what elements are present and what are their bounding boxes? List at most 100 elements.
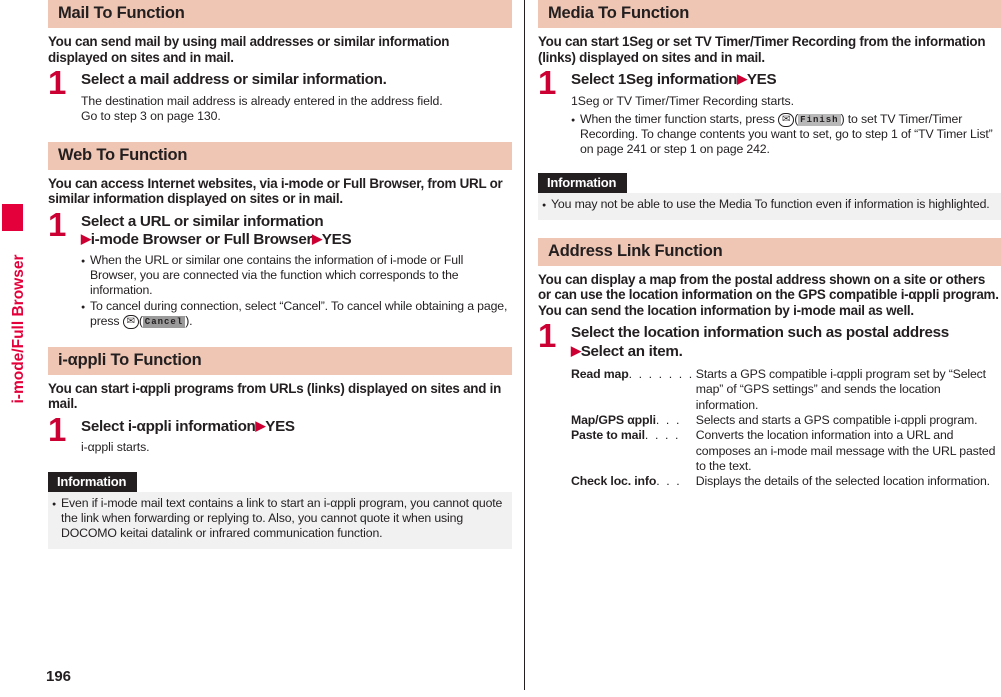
option-dots: . . . bbox=[656, 474, 682, 489]
step-bullet-list: When the URL or similar one contains the… bbox=[81, 253, 512, 329]
step-title-line-1: Select a URL or similar information bbox=[81, 212, 324, 230]
bullet-sub-line: To change contents you want to set, go t… bbox=[580, 126, 993, 157]
option-term-text: Check loc. info bbox=[571, 474, 657, 489]
section-heading: Address Link Function bbox=[538, 237, 1001, 266]
step-title: Select a URL or similar information ▶i-m… bbox=[81, 213, 512, 250]
finish-softkey-label: Finish bbox=[798, 113, 841, 126]
section-heading: Media To Function bbox=[538, 0, 1001, 28]
option-term: Paste to mail. . . . bbox=[571, 428, 694, 474]
page-number: 196 bbox=[46, 668, 72, 685]
side-tab: i-mode/Full Browser bbox=[0, 0, 27, 697]
step-number: 1 bbox=[48, 410, 67, 448]
column-divider bbox=[524, 0, 525, 690]
information-box: Information You may not be able to use t… bbox=[538, 173, 1001, 220]
information-body: You may not be able to use the Media To … bbox=[538, 193, 1001, 220]
step-title-option-yes: YES bbox=[321, 231, 352, 249]
right-triangle-icon: ▶ bbox=[737, 71, 747, 86]
step-title-option-browser: i-mode Browser or Full Browser bbox=[90, 231, 313, 249]
bullet-item: When the URL or similar one contains the… bbox=[81, 253, 512, 299]
option-term: Map/GPS αppli. . . bbox=[571, 413, 694, 428]
step-title-text: Select 1Seg information bbox=[571, 71, 738, 88]
step-number: 1 bbox=[538, 64, 557, 101]
step-number: 1 bbox=[48, 64, 67, 101]
step-body: i-αppli starts. bbox=[81, 440, 512, 455]
bullet-item: When the timer function starts, press ✉(… bbox=[571, 112, 1001, 158]
option-row: Check loc. info. . . Displays the detail… bbox=[571, 474, 1001, 489]
section-intro: You can send mail by using mail addresse… bbox=[48, 34, 450, 65]
section-web-to-function: Web To Function You can access Internet … bbox=[48, 141, 512, 329]
step-title-option-yes: YES bbox=[265, 417, 295, 435]
information-title: Information bbox=[538, 173, 628, 194]
right-column: Media To Function You can start 1Seg or … bbox=[538, 0, 1001, 489]
section-address-link-function: Address Link Function You can display a … bbox=[538, 237, 1001, 490]
option-dots: . . . . bbox=[644, 428, 681, 443]
section-mail-to-function: Mail To Function You can send mail by us… bbox=[48, 0, 512, 124]
step-number: 1 bbox=[538, 317, 557, 355]
step-body-line: The destination mail address is already … bbox=[81, 93, 443, 108]
information-box: Information Even if i-mode mail text con… bbox=[48, 471, 512, 549]
section-media-to-function: Media To Function You can start 1Seg or … bbox=[538, 0, 1001, 220]
left-column: Mail To Function You can send mail by us… bbox=[48, 0, 512, 549]
step-title-option-yes: YES bbox=[746, 71, 777, 88]
option-dots: . . . bbox=[655, 413, 681, 427]
section-iappli-to-function: i-αppli To Function You can start i-αppl… bbox=[48, 346, 512, 549]
step-title: Select 1Seg information▶YES bbox=[571, 71, 1001, 90]
option-description: Displays the details of the selected loc… bbox=[694, 474, 1001, 489]
step-body-line: Go to step 3 on page 130. bbox=[81, 108, 221, 123]
mail-key-icon: ✉ bbox=[122, 314, 139, 329]
step-1: 1 Select the location information such a… bbox=[538, 317, 1001, 489]
option-term-text: Paste to mail bbox=[571, 428, 645, 443]
step-1: 1 Select 1Seg information▶YES 1Seg or TV… bbox=[538, 64, 1001, 158]
section-heading: Mail To Function bbox=[48, 0, 512, 28]
cancel-softkey-label: Cancel bbox=[142, 315, 186, 328]
information-item: Even if i-mode mail text contains a link… bbox=[51, 496, 506, 542]
section-intro: You can display a map from the postal ad… bbox=[538, 271, 999, 318]
option-term-text: Read map bbox=[571, 367, 629, 382]
step-body-line: 1Seg or TV Timer/Timer Recording starts. bbox=[571, 93, 794, 108]
step-title-line-1: Select the location information such as … bbox=[571, 324, 949, 342]
step-body-line: i-αppli starts. bbox=[81, 440, 150, 455]
information-body: Even if i-mode mail text contains a link… bbox=[48, 491, 512, 549]
option-description: Converts the location information into a… bbox=[694, 428, 1001, 474]
option-term-text: Map/GPS αppli bbox=[571, 413, 656, 427]
option-row: Read map. . . . . . . Starts a GPS compa… bbox=[571, 367, 1001, 413]
section-intro: You can start i-αppli programs from URLs… bbox=[48, 380, 502, 412]
option-term: Check loc. info. . . bbox=[571, 474, 694, 489]
option-description-line: Selects and starts a GPS compatible i-αp… bbox=[695, 413, 978, 427]
step-title: Select the location information such as … bbox=[571, 324, 1001, 361]
step-1: 1 Select a mail address or similar infor… bbox=[48, 64, 512, 124]
bullet-text-pre: When the timer function starts, press bbox=[580, 111, 775, 126]
section-heading-text: i-αppli To Function bbox=[58, 350, 202, 369]
right-triangle-icon: ▶ bbox=[255, 417, 266, 433]
step-1: 1 Select a URL or similar information ▶i… bbox=[48, 208, 512, 329]
option-list: Read map. . . . . . . Starts a GPS compa… bbox=[571, 367, 1001, 489]
section-intro: You can access Internet websites, via i-… bbox=[48, 175, 503, 207]
option-dots: . . . . . . . bbox=[628, 367, 694, 382]
bullet-item: To cancel during connection, select “Can… bbox=[81, 299, 512, 329]
option-description-line: Displays the details of the selected loc… bbox=[695, 474, 990, 489]
section-heading: Web To Function bbox=[48, 141, 512, 170]
option-row: Paste to mail. . . . Converts the locati… bbox=[571, 428, 1001, 474]
right-triangle-icon: ▶ bbox=[81, 231, 91, 247]
option-description-line: of “GPS settings” and sends the location… bbox=[695, 382, 941, 412]
option-description: Selects and starts a GPS compatible i-αp… bbox=[694, 413, 1001, 428]
right-triangle-icon: ▶ bbox=[312, 231, 322, 247]
mail-key-icon: ✉ bbox=[777, 112, 795, 127]
section-heading: i-αppli To Function bbox=[48, 346, 512, 375]
step-title: Select i-αppli information▶YES bbox=[81, 418, 512, 437]
step-title-line-2: Select an item. bbox=[580, 342, 683, 360]
option-description: Starts a GPS compatible i-αppli program … bbox=[694, 367, 1001, 413]
information-item: You may not be able to use the Media To … bbox=[541, 197, 995, 214]
step-bullet-list: When the timer function starts, press ✉(… bbox=[571, 112, 1001, 158]
section-intro: You can start 1Seg or set TV Timer/Timer… bbox=[538, 34, 986, 65]
step-1: 1 Select i-αppli information▶YES i-αppli… bbox=[48, 410, 512, 456]
information-title: Information bbox=[48, 471, 138, 492]
step-body: The destination mail address is already … bbox=[81, 94, 512, 124]
option-term: Read map. . . . . . . bbox=[571, 367, 694, 413]
right-triangle-icon: ▶ bbox=[571, 342, 581, 358]
side-tab-label: i-mode/Full Browser bbox=[10, 254, 27, 404]
step-body: 1Seg or TV Timer/Timer Recording starts. bbox=[571, 94, 1001, 109]
